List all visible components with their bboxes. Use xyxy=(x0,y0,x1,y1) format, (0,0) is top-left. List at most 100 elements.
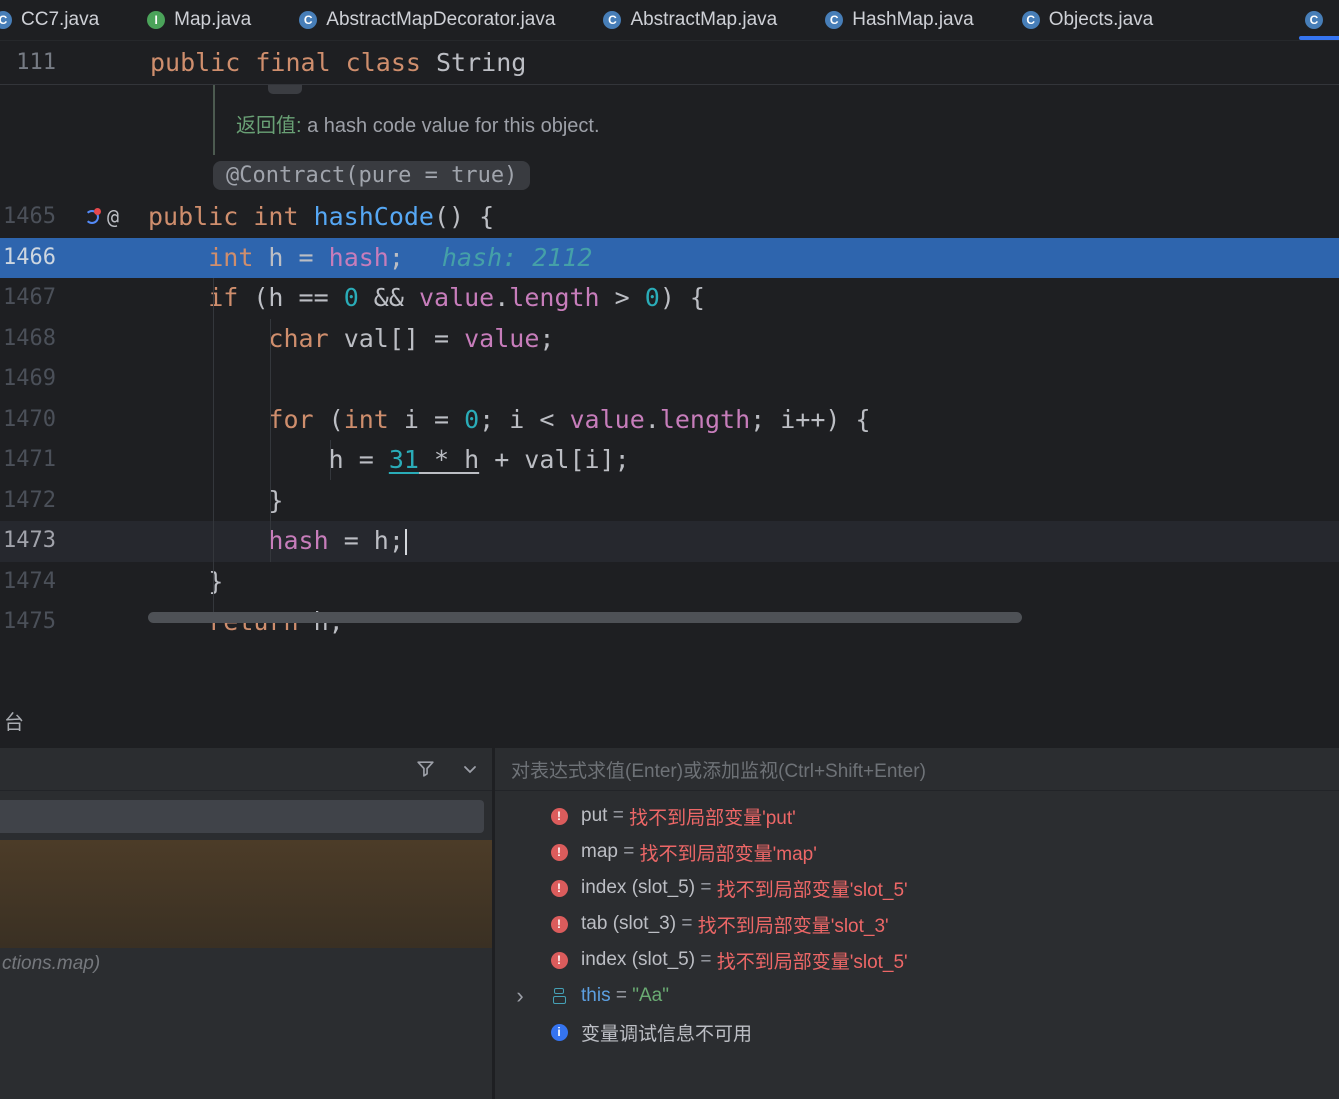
code-token: 0 xyxy=(464,404,480,434)
line-number[interactable]: 1467 xyxy=(0,278,56,319)
class-icon: C xyxy=(825,11,844,29)
variable-row-this[interactable]: › this = "Aa" xyxy=(495,978,1339,1014)
error-badge: ! xyxy=(550,951,568,969)
watch-name: map xyxy=(581,841,618,862)
code-line-1465[interactable]: 1465 @ public int hashCode() { xyxy=(0,197,1339,238)
tab-abstractmap-java[interactable]: C AbstractMap.java xyxy=(587,0,809,40)
debug-info-row[interactable]: i 变量调试信息不可用 xyxy=(495,1014,1339,1050)
watch-row[interactable]: ! put = 找不到局部变量'put' xyxy=(495,798,1339,834)
watch-row[interactable]: ! map = 找不到局部变量'map' xyxy=(495,834,1339,870)
tab-label: AbstractMapDecorator.java xyxy=(326,9,556,30)
code-token: ; i++) { xyxy=(750,404,871,434)
line-number[interactable]: 1473 xyxy=(0,521,56,562)
code-line-1466[interactable]: 1466 int h = hash; hash: 2112 xyxy=(0,237,1339,279)
error-icon: ! xyxy=(545,879,573,897)
code-line-1468[interactable]: 1468 char val[] = value; xyxy=(0,319,1339,360)
frame-clipped-label: ctions.map) xyxy=(2,953,101,974)
code-line-1473[interactable]: 1473 hash = h; xyxy=(0,521,1339,562)
line-number[interactable]: 1466 xyxy=(0,238,56,279)
code-text[interactable]: hash = h; xyxy=(148,521,407,562)
annotation-gutter-icon[interactable]: @ xyxy=(107,205,119,229)
code-token: (h == xyxy=(238,283,344,312)
console-tab-fragment[interactable]: 台 xyxy=(4,706,24,735)
code-text[interactable]: if (h == 0 && value.length > 0) { xyxy=(148,278,705,319)
watch-row[interactable]: ! index (slot_5) = 找不到局部变量'slot_5' xyxy=(495,870,1339,906)
code-line-1470[interactable]: 1470 for (int i = 0; i < value.length; i… xyxy=(0,400,1339,441)
line-number[interactable]: 1475 xyxy=(0,602,56,643)
code-text[interactable]: } xyxy=(148,562,223,603)
code-text[interactable]: public int hashCode() { xyxy=(148,197,494,238)
code-token: for xyxy=(268,404,314,434)
line-number[interactable]: 1472 xyxy=(0,481,56,522)
info-badge: i xyxy=(550,1023,568,1041)
variable-icon xyxy=(545,988,573,1004)
tab-label: HashMap.java xyxy=(852,9,974,30)
code-text[interactable]: int h = hash; hash: 2112 xyxy=(148,238,592,279)
line-number[interactable]: 1465 xyxy=(0,197,56,238)
line-number[interactable]: 1468 xyxy=(0,319,56,360)
code-token: 0 xyxy=(343,283,359,312)
tab-objects-java[interactable]: C Objects.java xyxy=(1006,0,1186,40)
code-text[interactable]: } xyxy=(148,481,283,522)
class-icon: C xyxy=(1305,11,1323,29)
error-badge: ! xyxy=(550,807,568,825)
line-number[interactable]: 1470 xyxy=(0,400,56,441)
code-token: value xyxy=(418,283,495,312)
error-badge: ! xyxy=(550,879,568,897)
expand-chevron-icon[interactable]: › xyxy=(495,985,545,1007)
class-icon: C xyxy=(0,11,12,29)
error-badge: ! xyxy=(550,843,568,861)
code-token: > xyxy=(599,283,645,312)
code-token: . xyxy=(494,283,510,312)
line-number[interactable]: 1471 xyxy=(0,440,56,481)
code-line-1471[interactable]: 1471 h = 31 * h + val[i]; xyxy=(0,440,1339,481)
horizontal-scrollbar[interactable] xyxy=(148,612,1022,623)
watch-value: 找不到局部变量'slot_5' xyxy=(716,879,908,901)
code-token: } xyxy=(148,485,284,515)
code-editor[interactable]: 返回值: a hash code value for this object. … xyxy=(0,85,1339,690)
frames-toolbar xyxy=(0,748,492,791)
class-icon: C xyxy=(299,11,318,29)
annotation-row: @Contract(pure = true) xyxy=(213,161,531,197)
code-text[interactable]: for (int i = 0; i < value.length; i++) { xyxy=(148,400,871,441)
code-token: . xyxy=(644,404,660,434)
error-icon: ! xyxy=(545,843,573,861)
tab-cc7-java[interactable]: C CC7.java xyxy=(0,0,131,40)
code-token: ; i < xyxy=(479,404,570,434)
watch-row[interactable]: ! tab (slot_3) = 找不到局部变量'slot_3' xyxy=(495,906,1339,942)
library-frames-block[interactable] xyxy=(0,840,492,948)
code-line-1472[interactable]: 1472 } xyxy=(0,481,1339,522)
code-line-1467[interactable]: 1467 if (h == 0 && value.length > 0) { xyxy=(0,278,1339,319)
doc-comment-border xyxy=(213,85,215,155)
recursive-call-icon[interactable] xyxy=(84,208,101,225)
code-text[interactable]: char val[] = value; xyxy=(148,319,554,360)
code-lines: 1465 @ public int hashCode() {1466 int h =… xyxy=(0,197,1339,643)
tab-label: Objects.java xyxy=(1048,9,1154,30)
code-token: = h; xyxy=(328,526,404,555)
tab-partial[interactable]: C xyxy=(1293,0,1339,40)
variable-glyph xyxy=(552,988,566,1004)
watch-value: 找不到局部变量'map' xyxy=(639,843,817,865)
tab-abstractmapdecorator-java[interactable]: C AbstractMapDecorator.java xyxy=(283,0,587,40)
tab-map-java[interactable]: I Map.java xyxy=(131,0,283,40)
code-line-1469[interactable]: 1469 xyxy=(0,359,1339,400)
sticky-header[interactable]: 111 public final class String xyxy=(0,41,1339,85)
error-icon: ! xyxy=(545,915,573,933)
indent-guide xyxy=(330,440,331,480)
line-number[interactable]: 1469 xyxy=(0,359,56,400)
chevron-down-icon[interactable] xyxy=(462,761,478,782)
evaluate-expression-input[interactable]: 对表达式求值(Enter)或添加监视(Ctrl+Shift+Enter) xyxy=(495,748,1339,791)
frames-search-field[interactable] xyxy=(0,800,484,833)
tab-hashmap-java[interactable]: C HashMap.java xyxy=(809,0,1005,40)
code-line-1474[interactable]: 1474 } xyxy=(0,562,1339,603)
code-token: 0 xyxy=(644,283,660,312)
filter-icon[interactable] xyxy=(415,758,436,784)
line-number[interactable]: 1474 xyxy=(0,562,56,603)
watch-row[interactable]: ! index (slot_5) = 找不到局部变量'slot_5' xyxy=(495,942,1339,978)
indent-guide xyxy=(270,319,271,562)
code-text[interactable]: h = 31 * h + val[i]; xyxy=(148,440,630,481)
doc-comment: 返回值: a hash code value for this object. xyxy=(0,85,1339,157)
doc-return-description: a hash code value for this object. xyxy=(301,115,600,137)
